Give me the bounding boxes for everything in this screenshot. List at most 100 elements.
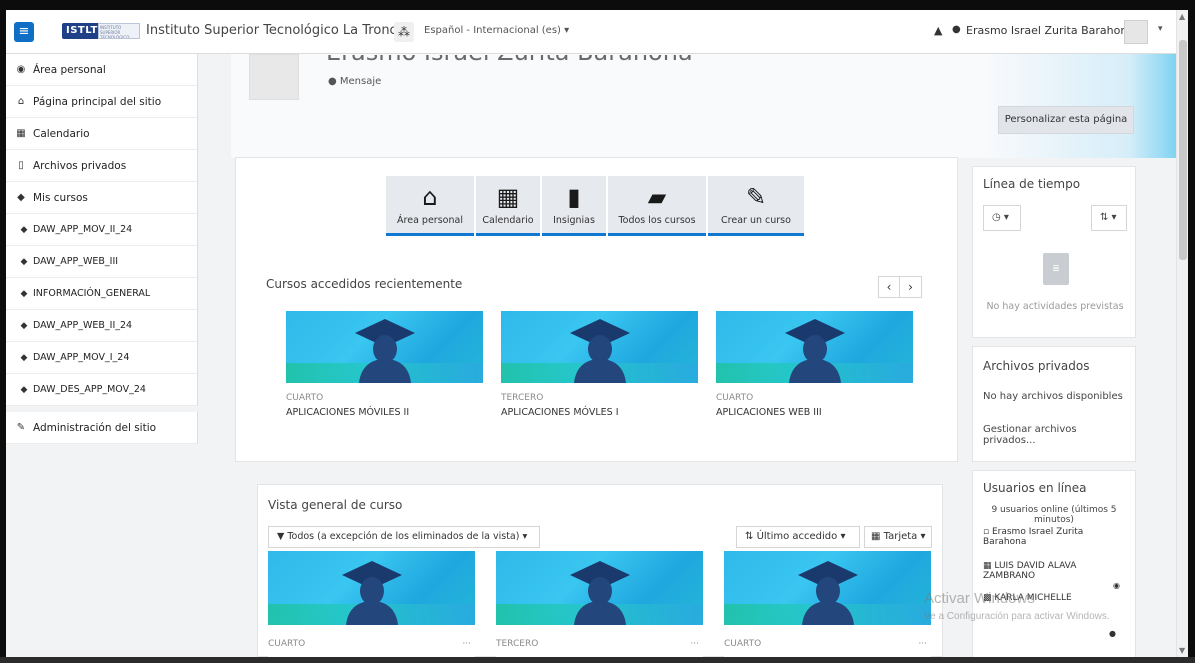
bell-icon[interactable]: ▲ <box>934 24 942 37</box>
sidebar-item-my-courses[interactable]: ◆ Mis cursos <box>6 182 197 214</box>
sidebar-item-course[interactable]: ◆ DAW_APP_MOV_II_24 <box>6 214 197 246</box>
course-category-row: CUARTO ··· <box>724 639 931 649</box>
quicklink-all-courses[interactable]: ▰ Todos los cursos <box>608 176 706 236</box>
recent-course-card[interactable]: CUARTO APLICACIONES MÓVILES II <box>286 311 483 418</box>
online-user-name: Erasmo Israel Zurita Barahona <box>983 527 1084 547</box>
sidebar-item-site-home[interactable]: ⌂ Página principal del sitio <box>6 86 197 118</box>
course-name[interactable]: APLICACIONES WEB III <box>716 407 913 418</box>
calendar-icon: ▦ <box>16 128 26 139</box>
quicklink-badges[interactable]: ▮ Insignias <box>542 176 606 236</box>
book-icon: ▰ <box>647 183 667 211</box>
course-category: CUARTO <box>716 393 754 403</box>
overview-course-card[interactable]: CUARTO ··· <box>724 551 931 657</box>
message-link[interactable]: ● Mensaje <box>328 76 381 87</box>
sidebar-item-dashboard[interactable]: ◉ Área personal <box>6 54 197 86</box>
manage-private-files-link[interactable]: Gestionar archivos privados... <box>973 424 1135 446</box>
sidebar-item-label: INFORMACIÓN_GENERAL <box>33 288 151 299</box>
chat-icon[interactable]: ● <box>952 24 961 35</box>
quick-links-bar: ⌂ Área personal ▦ Calendario ▮ Insignias… <box>386 176 804 236</box>
windows-activation-watermark: Activar Windows <box>924 590 1035 607</box>
avatar[interactable] <box>1124 20 1148 44</box>
quicklink-label: Insignias <box>553 215 595 226</box>
hamburger-icon[interactable]: ≡ <box>14 22 34 42</box>
course-name[interactable]: APLICACIONES MÓVLES I <box>501 407 698 418</box>
bookmark-icon: ▮ <box>567 183 581 211</box>
sidebar-item-course[interactable]: ◆ INFORMACIÓN_GENERAL <box>6 278 197 310</box>
quicklink-calendar[interactable]: ▦ Calendario <box>476 176 540 236</box>
course-name[interactable]: APLICACIONES MÓVILES II <box>286 407 483 418</box>
scrollbar-thumb[interactable] <box>1179 40 1187 260</box>
chat-icon[interactable]: ● <box>1109 629 1116 638</box>
course-category: CUARTO <box>286 393 324 403</box>
course-category: CUARTO <box>268 639 306 649</box>
online-users-summary: 9 usuarios online (últimos 5 minutos) <box>991 505 1117 525</box>
grid-icon: ▦ <box>871 531 884 542</box>
course-filter-value: Todos (a excepción de los eliminados de … <box>287 531 528 542</box>
scroll-down-icon[interactable]: ▼ <box>1179 646 1185 655</box>
chat-icon: ● <box>328 76 340 87</box>
user-menu-caret[interactable]: ▾ <box>1158 24 1163 34</box>
course-image[interactable] <box>716 311 913 383</box>
timeline-empty-message: No hay actividades previstas <box>986 301 1124 312</box>
sidebar-item-course[interactable]: ◆ DAW_APP_WEB_II_24 <box>6 310 197 342</box>
course-category: TERCERO <box>496 639 539 649</box>
quicklink-label: Crear un curso <box>721 215 791 226</box>
course-image[interactable] <box>724 551 931 625</box>
online-user-name: LUIS DAVID ALAVA ZAMBRANO <box>983 561 1077 581</box>
course-image[interactable] <box>268 551 475 625</box>
sidebar-item-site-admin[interactable]: ✎ Administración del sitio <box>6 412 197 444</box>
site-logo-tagline: INSTITUTO SUPERIOR TECNOLÓGICO <box>98 23 140 39</box>
graduation-cap-icon: ◆ <box>17 192 25 203</box>
site-name[interactable]: Instituto Superior Tecnológico La Tronca… <box>146 23 408 38</box>
graduation-cap-icon: ◆ <box>20 352 28 363</box>
online-user[interactable]: ▦ LUIS DAVID ALAVA ZAMBRANO <box>973 561 1135 581</box>
chevron-right-icon[interactable]: › <box>900 276 922 298</box>
chevron-left-icon[interactable]: ‹ <box>878 276 900 298</box>
page-scrollbar[interactable]: ▲ ▼ <box>1176 10 1188 657</box>
recent-course-card[interactable]: TERCERO APLICACIONES MÓVLES I <box>501 311 698 418</box>
course-sort-value: Último accedido ▾ <box>756 531 846 542</box>
nav-drawer: ◉ Área personal ⌂ Página principal del s… <box>6 54 198 657</box>
more-icon[interactable]: ··· <box>918 639 927 649</box>
profile-picture <box>249 54 299 100</box>
sidebar-item-label: DAW_DES_APP_MOV_24 <box>33 384 146 395</box>
sidebar-item-course[interactable]: ◆ DAW_DES_APP_MOV_24 <box>6 374 197 406</box>
eye-icon[interactable]: ◉ <box>1113 581 1120 590</box>
sort-icon: ⇅ <box>745 531 757 542</box>
quicklink-dashboard[interactable]: ⌂ Área personal <box>386 176 474 236</box>
quicklink-label: Calendario <box>482 215 534 226</box>
quicklink-create-course[interactable]: ✎ Crear un curso <box>708 176 804 236</box>
nav-drawer-admin: ✎ Administración del sitio <box>6 412 198 444</box>
course-view-dropdown[interactable]: ▦ Tarjeta ▾ <box>864 526 932 548</box>
overview-course-card[interactable]: TERCERO ··· <box>496 551 703 657</box>
timeline-sort-button[interactable]: ⇅ ▾ <box>1091 205 1127 231</box>
course-image[interactable] <box>286 311 483 383</box>
sidebar-item-private-files[interactable]: ▯ Archivos privados <box>6 150 197 182</box>
sidebar-item-label: Administración del sitio <box>33 421 157 434</box>
calendar-icon: ▦ <box>496 183 520 211</box>
course-view-value: Tarjeta ▾ <box>883 531 926 542</box>
overview-course-card[interactable]: CUARTO ··· <box>268 551 475 657</box>
site-logo[interactable]: ISTLT <box>62 23 102 39</box>
language-menu[interactable]: Español - Internacional (es) ▾ <box>424 25 569 36</box>
sidebar-item-label: Mis cursos <box>33 191 88 204</box>
more-icon[interactable]: ··· <box>462 639 471 649</box>
sidebar-item-course[interactable]: ◆ DAW_APP_MOV_I_24 <box>6 342 197 374</box>
course-image[interactable] <box>496 551 703 625</box>
sidebar-item-course[interactable]: ◆ DAW_APP_WEB_III <box>6 246 197 278</box>
recent-course-card[interactable]: CUARTO APLICACIONES WEB III <box>716 311 913 418</box>
timeline-filter-button[interactable]: ◷ ▾ <box>983 205 1021 231</box>
course-sort-dropdown[interactable]: ⇅ Último accedido ▾ <box>736 526 860 548</box>
course-filter-dropdown[interactable]: ▼ Todos (a excepción de los eliminados d… <box>268 526 540 548</box>
user-menu-name[interactable]: Erasmo Israel Zurita Barahona <box>966 24 1134 37</box>
customise-page-button[interactable]: Personalizar esta página <box>998 106 1134 134</box>
course-image[interactable] <box>501 311 698 383</box>
browser-viewport: ≡ ISTLT INSTITUTO SUPERIOR TECNOLÓGICO I… <box>6 10 1188 657</box>
scroll-up-icon[interactable]: ▲ <box>1179 12 1185 21</box>
online-user[interactable]: ▫ Erasmo Israel Zurita Barahona <box>973 527 1135 547</box>
quicklink-label: Todos los cursos <box>618 215 696 226</box>
online-users-title: Usuarios en línea <box>983 481 1087 495</box>
sidebar-item-calendar[interactable]: ▦ Calendario <box>6 118 197 150</box>
more-icon[interactable]: ··· <box>690 639 699 649</box>
language-icon[interactable]: ⁂ <box>394 22 414 42</box>
